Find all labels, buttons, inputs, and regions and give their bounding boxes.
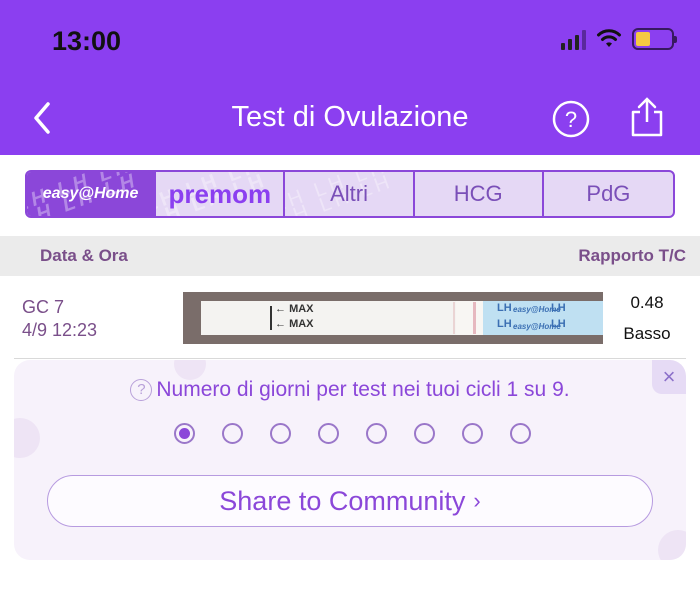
help-button[interactable]: ?: [551, 99, 591, 139]
page-title: Test di Ovulazione: [231, 101, 469, 133]
row-date: 4/9 12:23: [22, 320, 98, 340]
tab-hcg[interactable]: HCG: [415, 172, 544, 216]
wifi-icon: [597, 29, 621, 47]
strip-max-label: ← MAX: [275, 303, 314, 315]
app-header: 13:00 Test di Ovulazione ?: [0, 0, 700, 155]
battery-icon: [632, 28, 677, 50]
day-dot: [174, 423, 195, 444]
tab-premom[interactable]: premom: [156, 172, 286, 216]
cellular-signal-icon: [561, 28, 586, 50]
day-dot: [462, 423, 483, 444]
column-date-time: Data & Ora: [40, 246, 128, 265]
table-row[interactable]: GC 7 4/9 12:23 ← MAX ← MAX LH LH LH LH e…: [14, 277, 686, 359]
test-line: [453, 302, 455, 334]
chevron-right-icon: ›: [473, 488, 481, 513]
day-dot: [318, 423, 339, 444]
strip-max-label: ← MAX: [275, 318, 314, 330]
share-button[interactable]: [627, 96, 667, 138]
tab-easy-home[interactable]: easy@Home: [27, 172, 157, 216]
tip-card: × ? Numero di giorni per test nei tuoi ci…: [14, 360, 686, 560]
tab-pdg[interactable]: PdG: [544, 172, 673, 216]
table-header: Data & Ora Rapporto T/C: [0, 236, 700, 276]
day-progress-dots: [174, 423, 531, 444]
day-dot: [414, 423, 435, 444]
lh-level: Basso: [623, 324, 671, 343]
day-dot: [270, 423, 291, 444]
day-dot: [366, 423, 387, 444]
status-time: 13:00: [52, 26, 122, 56]
svg-text:?: ?: [565, 107, 577, 132]
tc-ratio-value: 0.48: [630, 293, 664, 312]
brand-tabs: easy@Home premom Altri HCG PdG: [25, 170, 675, 218]
tip-message: ? Numero di giorni per test nei tuoi cicl…: [14, 378, 686, 402]
question-icon: ?: [130, 379, 153, 401]
strip-handle: LH LH LH LH easy@Home easy@Home: [483, 301, 603, 335]
day-dot: [510, 423, 531, 444]
day-dot: [222, 423, 243, 444]
column-tc-ratio: Rapporto T/C: [578, 246, 686, 265]
status-icons: [561, 28, 677, 50]
row-cycle-day: GC 7: [22, 297, 65, 317]
share-to-community-button[interactable]: Share to Community ›: [47, 475, 653, 527]
test-strip-image[interactable]: ← MAX ← MAX LH LH LH LH easy@Home easy@H…: [183, 292, 603, 344]
control-line: [473, 302, 476, 334]
tab-altri[interactable]: Altri: [285, 172, 415, 216]
